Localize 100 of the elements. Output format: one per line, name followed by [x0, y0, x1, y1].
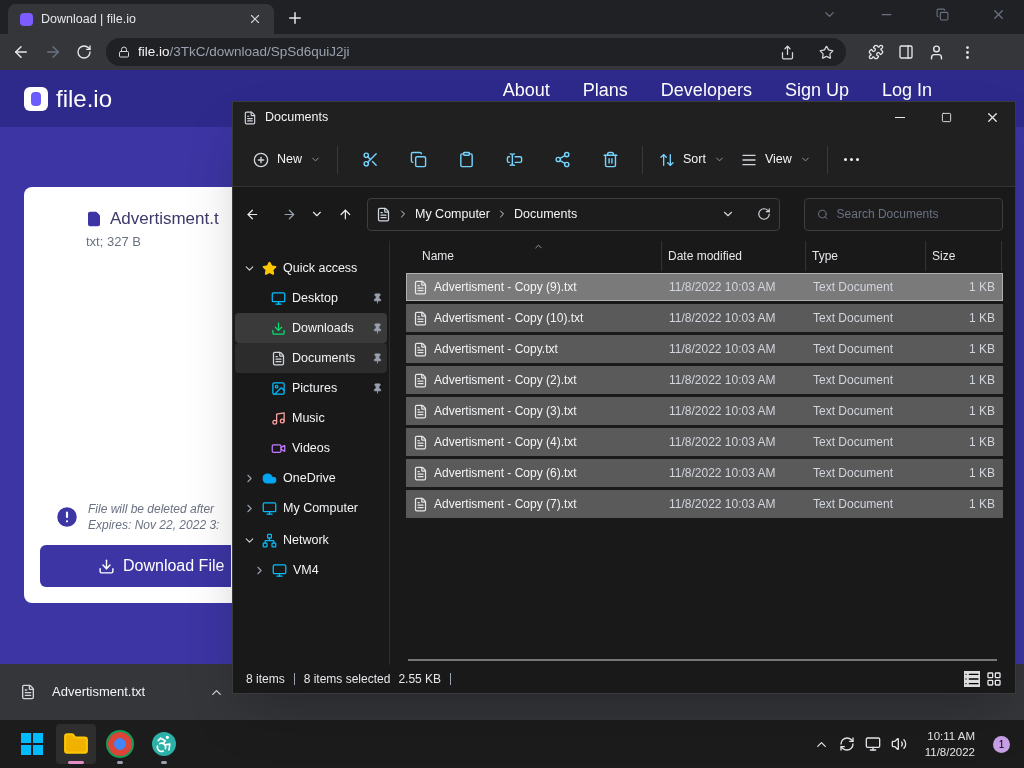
breadcrumb-item[interactable]: My Computer [414, 204, 490, 224]
pin-icon[interactable] [372, 382, 383, 394]
sidebar-item[interactable]: Downloads [235, 313, 387, 343]
site-logo[interactable]: file.io [56, 80, 113, 117]
size-cell-text: 1 KB [968, 465, 996, 482]
details-view-icon[interactable] [964, 671, 980, 687]
download-icon [98, 557, 115, 575]
file-row[interactable]: Advertisment - Copy (6).txt 11/8/2022 10:03 AM Text Document 1 KB [406, 459, 1003, 487]
volume-icon[interactable] [890, 736, 907, 752]
download-button[interactable]: Download File [40, 545, 231, 587]
file-row[interactable]: Advertisment - Copy (3).txt 11/8/2022 10:03 AM Text Document 1 KB [406, 397, 1003, 425]
size-cell-text: 1 KB [968, 372, 996, 389]
type-cell-text: Text Document [812, 403, 895, 420]
network-icon [262, 532, 277, 548]
lock-icon [118, 46, 130, 58]
item-label: My Computer [283, 499, 359, 517]
text-file-icon [413, 279, 428, 295]
sidebar-item[interactable]: Music [235, 403, 387, 433]
folder-icon [63, 731, 89, 757]
sidebar-item[interactable]: Pictures [235, 373, 387, 403]
document-icon [375, 206, 391, 222]
file-row[interactable]: Advertisment - Copy (7).txt 11/8/2022 10:03 AM Text Document 1 KB [406, 490, 1003, 518]
nav-link[interactable]: Log In [881, 79, 932, 100]
new-button[interactable]: New [245, 143, 329, 176]
column-header[interactable]: Date modified [668, 247, 743, 265]
minimize-icon [895, 117, 905, 118]
tiles-view-icon[interactable] [986, 671, 1002, 687]
site-icon [20, 12, 33, 26]
item-label: Music [292, 409, 325, 427]
sidebar-item[interactable]: Documents [235, 343, 387, 373]
restore-icon[interactable] [936, 8, 949, 21]
back-icon[interactable] [12, 43, 30, 61]
close-icon[interactable] [991, 7, 1006, 22]
sidebar-item[interactable]: My Computer [235, 493, 387, 523]
nav-link[interactable]: Developers [660, 79, 752, 100]
item-label: Pictures [292, 379, 338, 397]
search-field[interactable]: Search Documents [804, 197, 1003, 231]
nav-link[interactable]: Sign Up [784, 79, 849, 100]
column-header[interactable]: Size [932, 247, 956, 265]
accessibility-icon [152, 732, 176, 756]
network-icon[interactable] [864, 736, 881, 752]
nav-link[interactable]: About [502, 79, 550, 100]
address-field[interactable]: My Computer Documents [366, 197, 781, 231]
sidebar-item[interactable]: Desktop [235, 283, 387, 313]
sidebar-item[interactable]: Quick access [235, 253, 387, 283]
column-header[interactable]: Name [422, 247, 454, 265]
file-name: Advertisment - Copy (3).txt [434, 403, 577, 420]
file-row[interactable]: Advertisment - Copy (9).txt 11/8/2022 10:03 AM Text Document 1 KB [406, 273, 1003, 301]
copy-icon [409, 151, 427, 168]
file-row[interactable]: Advertisment - Copy (2).txt 11/8/2022 10:03 AM Text Document 1 KB [406, 366, 1003, 394]
column-header[interactable]: Type [812, 247, 838, 265]
item-label: Quick access [283, 259, 358, 277]
logo-icon [24, 86, 48, 111]
pin-icon[interactable] [372, 292, 383, 304]
sidebar-item[interactable]: Videos [235, 433, 387, 463]
refresh-icon[interactable] [757, 207, 772, 221]
text-file-icon [413, 465, 428, 481]
nav-link[interactable]: Plans [582, 79, 628, 100]
picture-icon [271, 380, 286, 396]
pin-icon[interactable] [372, 352, 383, 364]
pin-icon[interactable] [372, 322, 383, 334]
share-icon[interactable] [780, 44, 795, 60]
browser-icon [108, 732, 132, 756]
profile-icon[interactable] [928, 43, 945, 61]
file-row[interactable]: Advertisment - Copy (10).txt 11/8/2022 10:03 AM Text Document 1 KB [406, 304, 1003, 332]
music-icon [271, 410, 286, 426]
file-row[interactable]: Advertisment - Copy.txt 11/8/2022 10:03 AM Text Document 1 KB [406, 335, 1003, 363]
star-icon [262, 260, 277, 276]
browser-tab[interactable]: Download | file.io [8, 4, 274, 34]
type-cell-text: Text Document [812, 434, 895, 451]
clock[interactable]: 10:11 AM 11/8/2022 [924, 728, 975, 760]
date-cell-text: 11/8/2022 10:03 AM [668, 279, 777, 296]
computer-icon [262, 500, 277, 516]
file-row[interactable]: Advertisment - Copy (4).txt 11/8/2022 10:03 AM Text Document 1 KB [406, 428, 1003, 456]
file-name: Advertisment - Copy (9).txt [434, 279, 577, 296]
sidebar-item[interactable]: OneDrive [235, 463, 387, 493]
extensions-icon[interactable] [868, 44, 884, 60]
taskbar-app[interactable] [56, 724, 96, 764]
view-button[interactable]: View [732, 143, 819, 176]
size-cell-text: 1 KB [968, 496, 996, 513]
sidebar-item[interactable]: VM4 [235, 555, 387, 585]
sidebar-item[interactable]: Network [235, 525, 387, 555]
date-cell-text: 11/8/2022 10:03 AM [668, 403, 777, 420]
breadcrumb-item[interactable]: Documents [514, 204, 578, 224]
size-cell-text: 1 KB [968, 434, 996, 451]
item-label: OneDrive [283, 469, 336, 487]
download-file-name[interactable]: Advertisment.txt [52, 682, 146, 702]
type-cell-text: Text Document [812, 465, 895, 482]
close-icon[interactable] [248, 12, 262, 26]
reload-icon[interactable] [76, 44, 92, 60]
bookmark-icon[interactable] [819, 44, 834, 60]
side-panel-icon[interactable] [898, 44, 914, 60]
item-label: VM4 [293, 561, 319, 579]
date-cell-text: 11/8/2022 10:03 AM [668, 310, 777, 327]
search-input[interactable]: Search Documents [836, 205, 990, 223]
sort-button[interactable]: Sort [651, 143, 733, 176]
new-tab-icon[interactable] [286, 9, 304, 27]
sync-icon[interactable] [838, 736, 855, 752]
notification-badge[interactable]: 1 [993, 735, 1010, 753]
address-bar[interactable]: file.io/3TkC/download/SpSd6quiJ2ji [106, 38, 846, 66]
